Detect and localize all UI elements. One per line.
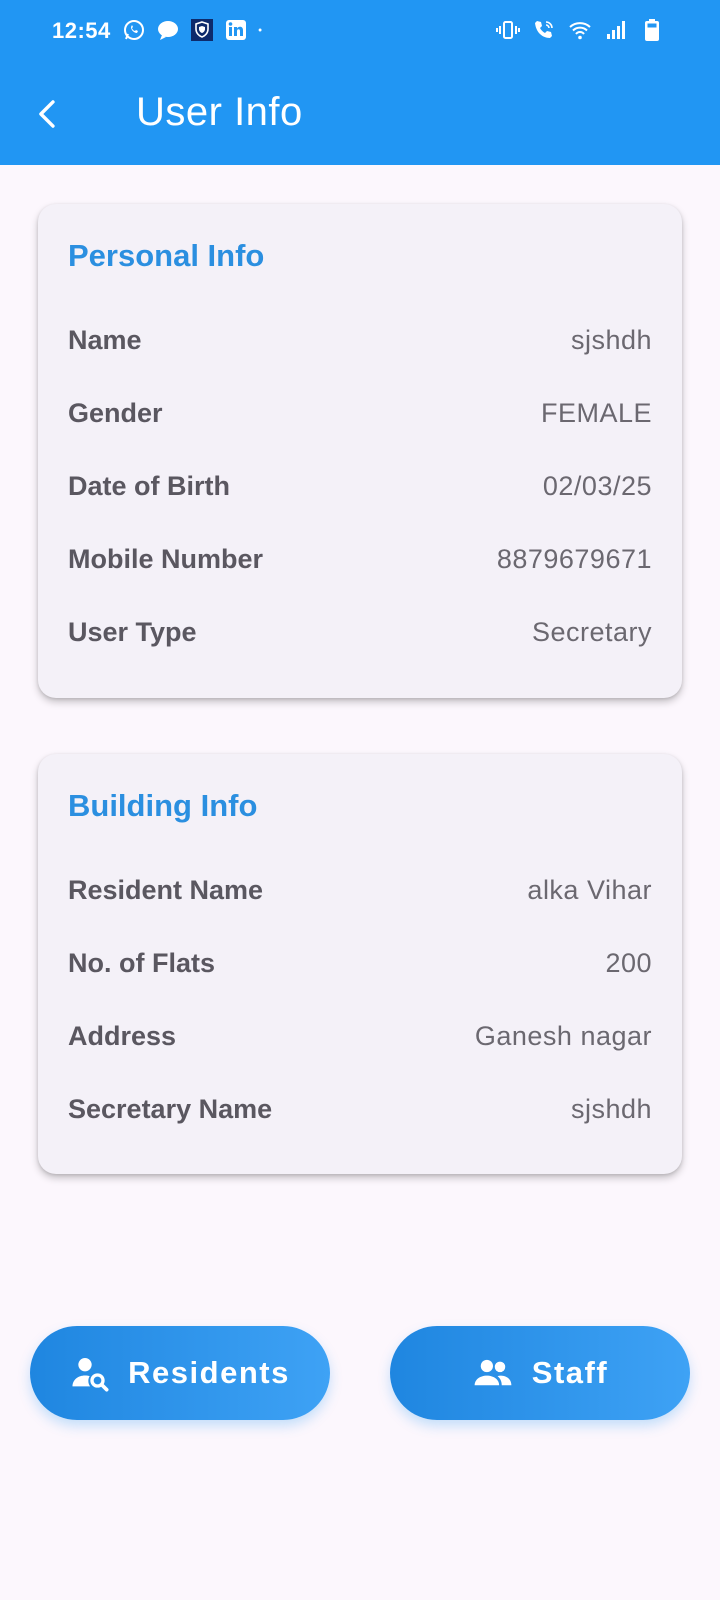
row-value: FEMALE — [540, 397, 652, 428]
app-bar: User Info — [0, 64, 720, 165]
chevron-left-icon — [39, 100, 55, 128]
info-row-secretary-name: Secretary Name sjshdh — [68, 1089, 652, 1129]
row-label: Secretary Name — [68, 1093, 273, 1124]
row-label: Gender — [68, 397, 163, 428]
personal-info-card: Personal Info Name sjshdh Gender FEMALE … — [38, 204, 682, 698]
battery-icon — [645, 19, 659, 41]
whatsapp-icon — [124, 20, 144, 40]
info-row-mobile-number: Mobile Number 8879679671 — [68, 539, 652, 579]
info-row-user-type: User Type Secretary — [68, 612, 652, 652]
residents-button-label: Residents — [128, 1355, 290, 1390]
group-icon — [474, 1359, 512, 1386]
vibrate-icon — [496, 21, 520, 39]
message-icon — [158, 21, 178, 40]
person-search-icon — [72, 1358, 109, 1392]
info-row-gender: Gender FEMALE — [68, 393, 652, 433]
info-row-no-of-flats: No. of Flats 200 — [68, 943, 652, 983]
status-notification-icons — [122, 18, 268, 42]
row-value: alka Vihar — [527, 874, 652, 905]
page-title: User Info — [136, 90, 303, 134]
row-label: User Type — [68, 616, 197, 647]
row-value: Secretary — [531, 616, 652, 647]
row-value: 200 — [605, 947, 652, 978]
row-label: Address — [68, 1020, 177, 1051]
info-row-resident-name: Resident Name alka Vihar — [68, 870, 652, 910]
row-value: 8879679671 — [496, 543, 652, 574]
row-label: Name — [68, 324, 142, 355]
row-value: sjshdh — [570, 1093, 652, 1124]
personal-info-title: Personal Info — [68, 238, 265, 273]
wifi-call-icon — [535, 21, 553, 38]
row-label: Resident Name — [68, 874, 264, 905]
staff-button[interactable]: Staff — [390, 1326, 690, 1420]
staff-button-label: Staff — [531, 1355, 609, 1390]
status-bar: 12:54 — [0, 0, 720, 64]
wifi-icon — [569, 22, 591, 40]
row-label: Mobile Number — [68, 543, 264, 574]
dot-icon — [258, 28, 262, 32]
status-system-icons — [496, 18, 664, 42]
back-button[interactable] — [22, 88, 74, 140]
row-value: sjshdh — [570, 324, 652, 355]
info-row-address: Address Ganesh nagar — [68, 1016, 652, 1056]
building-info-title: Building Info — [68, 788, 258, 823]
building-info-card: Building Info Resident Name alka Vihar N… — [38, 754, 682, 1174]
signal-icon — [607, 21, 625, 39]
residents-button[interactable]: Residents — [30, 1326, 330, 1420]
shield-app-icon — [191, 19, 213, 41]
status-time: 12:54 — [52, 18, 111, 43]
info-row-name: Name sjshdh — [68, 320, 652, 360]
row-value: 02/03/25 — [542, 470, 652, 501]
row-label: No. of Flats — [68, 947, 215, 978]
row-label: Date of Birth — [68, 470, 230, 501]
linkedin-icon — [226, 20, 246, 40]
info-row-date-of-birth: Date of Birth 02/03/25 — [68, 466, 652, 506]
row-value: Ganesh nagar — [474, 1020, 652, 1051]
